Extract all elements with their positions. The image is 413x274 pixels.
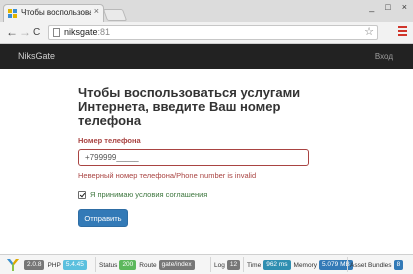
yii-version-badge: 2.0.8 [24,260,45,270]
debug-divider [210,257,211,272]
login-link[interactable]: Вход [375,52,393,61]
time-label: Time [247,261,262,269]
tab-title: Чтобы воспользоваться [21,8,91,17]
site-navbar: NiksGate Вход [0,44,413,69]
close-tab-icon[interactable]: × [94,7,99,16]
route-badge: gate/index [158,260,195,270]
back-arrow-icon[interactable]: ← [6,25,18,39]
debug-log[interactable]: Log 12 [214,260,241,270]
debug-assets[interactable]: Asset Bundles 8 [350,260,404,270]
php-label: PHP [47,261,61,269]
forward-arrow-icon[interactable]: → [19,25,31,39]
browser-menu-icon[interactable] [398,26,407,38]
bookmark-star-icon[interactable]: ☆ [364,25,374,38]
phone-form: Чтобы воспользоваться услугами Интернета… [78,86,328,227]
debug-toolbar: 2.0.8 PHP 5.4.45 Status 200 Route gate/i… [0,254,413,274]
maximize-icon[interactable]: □ [385,2,390,12]
log-badge: 12 [226,260,241,270]
php-version-badge: 5.4.45 [62,260,87,270]
debug-status[interactable]: Status 200 Route gate/index [99,260,195,270]
debug-divider [347,257,348,272]
phone-input[interactable] [78,149,309,166]
favicon-icon [8,9,17,18]
browser-toolbar: ← → C niksgate:81 ☆ [0,22,413,44]
page-title: Чтобы воспользоваться услугами Интернета… [78,85,301,128]
agree-checkbox[interactable] [78,190,86,199]
time-badge: 962 ms [263,260,291,270]
url-text: niksgate:81 [64,27,111,37]
status-label: Status [99,261,118,269]
browser-tab[interactable]: Чтобы воспользоваться × [3,4,104,22]
debug-divider [243,257,244,272]
minimize-icon[interactable]: _ [369,2,374,12]
phone-label: Номер телефона [78,136,141,145]
new-tab-button[interactable] [102,9,128,21]
yii-logo-icon[interactable] [6,258,20,272]
reload-icon[interactable]: C [33,26,40,40]
agree-row: Я принимаю условия соглашения [78,190,328,199]
submit-button[interactable]: Отправить [78,209,128,227]
browser-titlebar: Чтобы воспользоваться × _ □ × [0,0,413,22]
debug-version[interactable]: 2.0.8 PHP 5.4.45 [24,260,87,270]
assets-label: Asset Bundles [350,261,392,269]
log-label: Log [214,261,225,269]
agree-label[interactable]: Я принимаю условия соглашения [90,190,207,199]
debug-time-memory[interactable]: Time 962 ms Memory 5.079 MB [247,260,353,270]
status-badge: 200 [119,260,137,270]
brand-link[interactable]: NiksGate [18,51,55,61]
memory-label: Memory [293,261,318,269]
phone-error-message: Неверный номер телефона/Phone number is … [78,171,257,180]
window-controls: _ □ × [369,2,407,12]
assets-badge: 8 [393,260,404,270]
close-window-icon[interactable]: × [402,2,407,12]
debug-divider [95,257,96,272]
page-icon [53,28,60,37]
address-bar[interactable]: niksgate:81 ☆ [48,25,378,40]
route-label: Route [139,261,157,269]
